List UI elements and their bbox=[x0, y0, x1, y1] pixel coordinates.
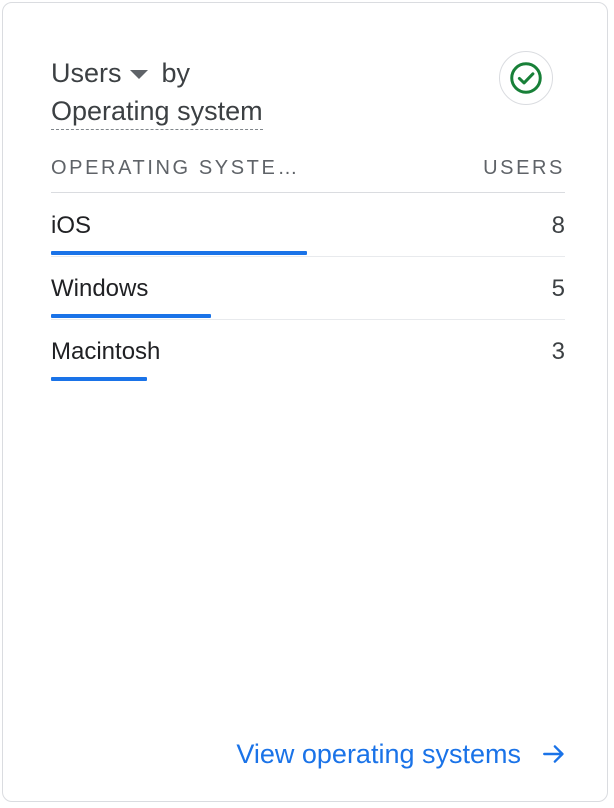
table-row[interactable]: Macintosh 3 bbox=[51, 320, 565, 383]
table-header: OPERATING SYSTE… USERS bbox=[51, 145, 565, 193]
row-label: Macintosh bbox=[51, 338, 161, 365]
row-bar-track bbox=[51, 251, 307, 255]
row-bar bbox=[51, 251, 307, 255]
view-operating-systems-link[interactable]: View operating systems bbox=[236, 736, 567, 772]
view-operating-systems-label: View operating systems bbox=[236, 739, 521, 769]
row-value: 3 bbox=[551, 338, 565, 365]
row-bar bbox=[51, 377, 147, 381]
row-label: Windows bbox=[51, 275, 149, 302]
table-row[interactable]: Windows 5 bbox=[51, 257, 565, 320]
arrow-right-icon bbox=[541, 741, 567, 767]
row-value: 5 bbox=[551, 275, 565, 302]
row-bar bbox=[51, 314, 211, 318]
card-header: Users by Operating system bbox=[51, 53, 551, 130]
row-bar-track bbox=[51, 377, 307, 381]
table-body: iOS 8 Windows 5 Macintosh 3 bbox=[51, 194, 565, 383]
card-title-line: Users by bbox=[51, 53, 551, 93]
users-by-os-card: Users by Operating system OPERATING SYST… bbox=[2, 2, 608, 802]
column-header-users: USERS bbox=[483, 157, 565, 179]
table-row[interactable]: iOS 8 bbox=[51, 194, 565, 257]
metric-selector-label[interactable]: Users bbox=[51, 53, 122, 93]
check-circle-icon bbox=[499, 51, 553, 105]
column-header-operating-system: OPERATING SYSTE… bbox=[51, 157, 301, 179]
by-label: by bbox=[161, 58, 191, 88]
row-label: iOS bbox=[51, 212, 92, 239]
row-value: 8 bbox=[551, 212, 565, 239]
dimension-selector[interactable]: Operating system bbox=[51, 93, 263, 130]
caret-down-icon[interactable] bbox=[129, 69, 148, 79]
row-bar-track bbox=[51, 314, 307, 318]
